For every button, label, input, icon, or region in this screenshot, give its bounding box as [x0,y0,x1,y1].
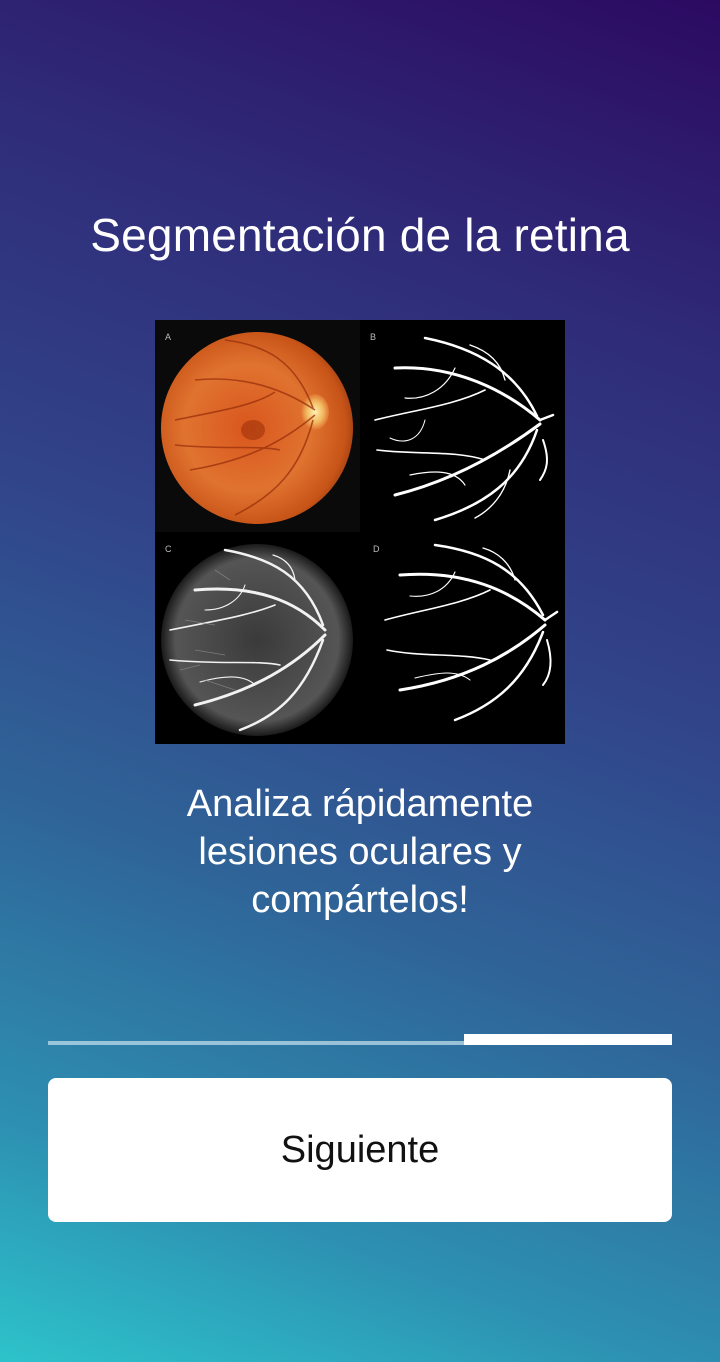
panel-a-fundus: A [155,320,360,532]
retina-segmentation-image: A B C D [155,320,565,744]
onboarding-description: Analiza rápidamente lesiones oculares y … [186,783,534,921]
panel-label-b: B [370,332,376,342]
page-title: Segmentación de la retina [90,209,630,261]
panel-label-c: C [165,544,172,554]
step-progress-indicator [464,1034,672,1045]
panel-d-prediction: D [373,543,559,722]
panel-c-enhanced: C [161,544,353,736]
panel-b-segmentation: B [370,332,555,522]
panel-label-d: D [373,544,380,554]
panel-label-a: A [165,332,171,342]
next-button[interactable]: Siguiente [48,1078,672,1222]
